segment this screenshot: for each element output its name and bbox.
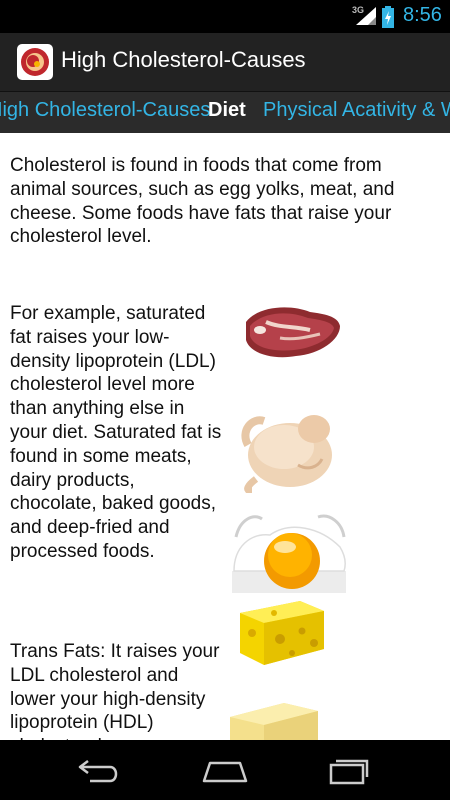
clock: 8:56: [403, 4, 442, 26]
navigation-bar: [0, 740, 450, 800]
content-area[interactable]: Cholesterol is found in foods that come …: [0, 133, 450, 740]
butter-image: [230, 703, 318, 740]
app-title: High Cholesterol-Causes: [61, 47, 306, 72]
app-logo-icon[interactable]: [17, 44, 53, 80]
chicken-image: [241, 415, 332, 493]
tab-diet[interactable]: Diet: [208, 99, 246, 122]
cheese-image: [240, 601, 324, 665]
paragraph-trans-fats: Trans Fats: It raises your LDL cholester…: [10, 641, 220, 740]
home-icon[interactable]: [200, 755, 250, 785]
status-bar: 3G 8:56: [0, 0, 450, 33]
battery-charging-icon: [382, 6, 394, 28]
signal-icon: [356, 7, 376, 25]
tab-physical-activity[interactable]: Physical Acativity & Weight: [263, 99, 450, 122]
recent-apps-icon[interactable]: [327, 755, 371, 785]
steak-image: [246, 307, 340, 358]
tab-strip: High Cholesterol-Causes Diet Physical Ac…: [0, 92, 450, 133]
back-icon[interactable]: [76, 755, 122, 785]
action-bar: High Cholesterol-Causes: [0, 33, 450, 92]
paragraph-saturated-fat: For example, saturated fat raises your l…: [10, 303, 222, 562]
tab-high-cholesterol-causes[interactable]: High Cholesterol-Causes: [0, 99, 210, 122]
paragraph-intro: Cholesterol is found in foods that come …: [10, 155, 395, 248]
fried-egg-image: [232, 514, 346, 593]
